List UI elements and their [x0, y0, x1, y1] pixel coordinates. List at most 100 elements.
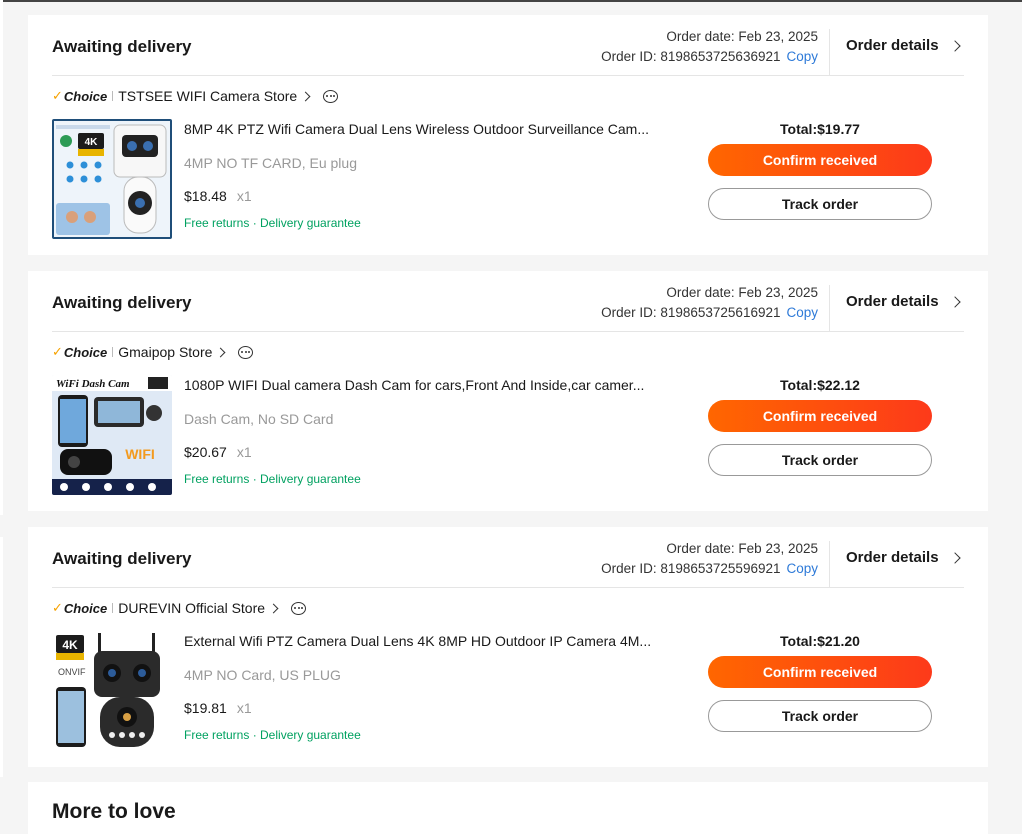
confirm-received-button[interactable]: Confirm received: [708, 144, 932, 176]
quantity: x1: [236, 188, 252, 204]
order-total: Total:$21.20: [780, 633, 860, 649]
checkmark-icon: ✓: [52, 600, 63, 615]
camera-product-image: 4K: [52, 119, 172, 239]
price-row: $20.67 x1: [184, 444, 252, 460]
checkmark-icon: ✓: [52, 88, 63, 103]
perks-text: Free returns · Delivery guarantee: [184, 728, 361, 742]
svg-text:ONVIF: ONVIF: [58, 667, 86, 677]
order-details-link[interactable]: Order details: [846, 293, 961, 310]
track-order-button[interactable]: Track order: [708, 444, 932, 476]
store-row: ✓ Choice Gmaipop Store: [52, 344, 254, 360]
card-divider: [52, 587, 964, 588]
track-order-button[interactable]: Track order: [708, 188, 932, 220]
header-divider: [829, 541, 830, 587]
svg-text:4K: 4K: [62, 638, 78, 652]
order-card: Awaiting delivery Order date: Feb 23, 20…: [28, 15, 988, 255]
order-id-row: Order ID: 8198653725596921 Copy: [601, 559, 818, 579]
store-row: ✓ Choice TSTSEE WIFI Camera Store: [52, 88, 339, 104]
chevron-right-icon[interactable]: [268, 603, 279, 613]
card-divider: [52, 75, 964, 76]
choice-label: Choice: [63, 88, 108, 104]
product-thumbnail[interactable]: WiFi Dash Cam WIFI: [52, 375, 172, 495]
order-id-row: Order ID: 8198653725616921 Copy: [601, 303, 818, 323]
badge-separator: [112, 347, 114, 357]
left-edge-strip: [0, 537, 3, 777]
chat-bubble-icon[interactable]: [291, 601, 307, 615]
order-card: Awaiting delivery Order date: Feb 23, 20…: [28, 527, 988, 767]
dash-cam-product-image: WiFi Dash Cam WIFI: [52, 375, 172, 495]
choice-badge: ✓ Choice: [52, 344, 107, 360]
copy-order-id-link[interactable]: Copy: [786, 561, 818, 576]
order-details-label: Order details: [846, 37, 939, 54]
header-divider: [829, 29, 830, 75]
store-name-link[interactable]: TSTSEE WIFI Camera Store: [118, 88, 297, 104]
perks-text: Free returns · Delivery guarantee: [184, 472, 361, 486]
unit-price: $19.81: [184, 700, 227, 716]
confirm-received-button[interactable]: Confirm received: [708, 400, 932, 432]
checkmark-icon: ✓: [52, 344, 63, 359]
section-title: More to love: [52, 800, 176, 823]
perks-text: Free returns · Delivery guarantee: [184, 216, 361, 230]
chevron-right-icon[interactable]: [300, 91, 311, 101]
chat-bubble-icon[interactable]: [238, 345, 254, 359]
order-details-link[interactable]: Order details: [846, 37, 961, 54]
product-thumbnail[interactable]: 4K: [52, 119, 172, 239]
order-id: Order ID: 8198653725636921: [601, 49, 781, 64]
choice-label: Choice: [63, 344, 108, 360]
unit-price: $18.48: [184, 188, 227, 204]
svg-text:WIFI: WIFI: [125, 446, 155, 462]
order-date: Order date: Feb 23, 2025: [666, 285, 818, 300]
order-id: Order ID: 8198653725616921: [601, 305, 781, 320]
product-variant: 4MP NO TF CARD, Eu plug: [184, 155, 357, 171]
order-status: Awaiting delivery: [52, 37, 192, 56]
svg-text:4K: 4K: [85, 137, 99, 148]
chevron-right-icon: [948, 295, 961, 308]
store-name-link[interactable]: Gmaipop Store: [118, 344, 212, 360]
store-row: ✓ Choice DUREVIN Official Store: [52, 600, 307, 616]
confirm-received-button[interactable]: Confirm received: [708, 656, 932, 688]
order-status: Awaiting delivery: [52, 293, 192, 312]
price-row: $18.48 x1: [184, 188, 252, 204]
order-total: Total:$22.12: [780, 377, 860, 393]
order-meta: Order date: Feb 23, 2025 Order ID: 81986…: [601, 539, 818, 579]
store-name-link[interactable]: DUREVIN Official Store: [118, 600, 265, 616]
ptz-camera-product-image: 4K ONVIF: [52, 631, 172, 751]
left-edge-strip: [0, 0, 3, 515]
track-order-button[interactable]: Track order: [708, 700, 932, 732]
order-id-row: Order ID: 8198653725636921 Copy: [601, 47, 818, 67]
copy-order-id-link[interactable]: Copy: [786, 305, 818, 320]
order-meta: Order date: Feb 23, 2025 Order ID: 81986…: [601, 27, 818, 67]
chevron-right-icon: [948, 39, 961, 52]
product-title-link[interactable]: 1080P WIFI Dual camera Dash Cam for cars…: [184, 377, 664, 393]
badge-separator: [112, 91, 114, 101]
order-id: Order ID: 8198653725596921: [601, 561, 781, 576]
chevron-right-icon[interactable]: [215, 347, 226, 357]
quantity: x1: [236, 700, 252, 716]
quantity: x1: [236, 444, 252, 460]
choice-badge: ✓ Choice: [52, 600, 107, 616]
order-total: Total:$19.77: [780, 121, 860, 137]
product-thumbnail[interactable]: 4K ONVIF: [52, 631, 172, 751]
product-variant: 4MP NO Card, US PLUG: [184, 667, 341, 683]
order-date: Order date: Feb 23, 2025: [666, 541, 818, 556]
header-divider: [829, 285, 830, 331]
svg-text:WiFi Dash Cam: WiFi Dash Cam: [56, 378, 130, 390]
top-border: [0, 0, 1022, 2]
order-status: Awaiting delivery: [52, 549, 192, 568]
order-details-label: Order details: [846, 293, 939, 310]
order-date: Order date: Feb 23, 2025: [666, 29, 818, 44]
chevron-right-icon: [948, 551, 961, 564]
card-divider: [52, 331, 964, 332]
order-details-link[interactable]: Order details: [846, 549, 961, 566]
more-to-love-section: More to love: [28, 782, 988, 834]
product-title-link[interactable]: External Wifi PTZ Camera Dual Lens 4K 8M…: [184, 633, 664, 649]
unit-price: $20.67: [184, 444, 227, 460]
order-meta: Order date: Feb 23, 2025 Order ID: 81986…: [601, 283, 818, 323]
order-details-label: Order details: [846, 549, 939, 566]
product-title-link[interactable]: 8MP 4K PTZ Wifi Camera Dual Lens Wireles…: [184, 121, 664, 137]
choice-badge: ✓ Choice: [52, 88, 107, 104]
order-card: Awaiting delivery Order date: Feb 23, 20…: [28, 271, 988, 511]
copy-order-id-link[interactable]: Copy: [786, 49, 818, 64]
chat-bubble-icon[interactable]: [323, 89, 339, 103]
product-variant: Dash Cam, No SD Card: [184, 411, 334, 427]
